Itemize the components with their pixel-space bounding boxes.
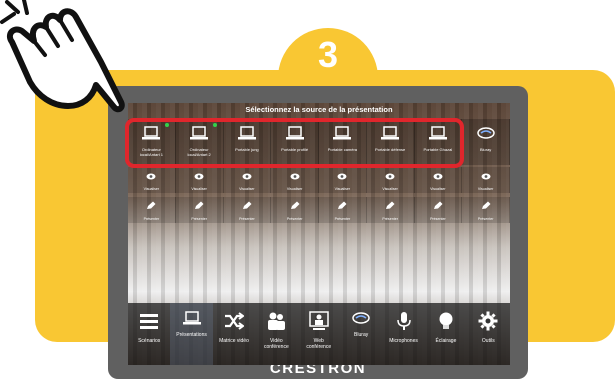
gear-icon — [478, 303, 498, 336]
preview-button-label: Visualiser — [477, 187, 494, 191]
nav-button[interactable]: Éclairage — [425, 303, 467, 365]
preview-button[interactable]: Visualiser — [223, 167, 272, 193]
preview-button[interactable]: Visualiser — [462, 167, 510, 193]
preview-button-label: Visualiser — [191, 187, 207, 191]
pen-icon — [385, 197, 395, 215]
nav-button[interactable]: Microphones — [382, 303, 424, 365]
pointing-hand-icon — [0, 0, 125, 113]
preview-button[interactable]: Visualiser — [271, 167, 319, 193]
present-button-label: Présenter — [286, 217, 303, 221]
present-button[interactable]: Présenter — [414, 197, 463, 223]
eye-icon — [242, 167, 252, 185]
source-highlight-box — [125, 118, 464, 168]
present-button[interactable]: Présenter — [271, 197, 319, 223]
present-button[interactable]: Présenter — [462, 197, 510, 223]
microphone-icon — [394, 303, 414, 336]
nav-label: Web conférence — [306, 338, 332, 350]
people-icon — [266, 303, 286, 336]
preview-button[interactable]: Visualiser — [414, 167, 463, 193]
pen-icon — [146, 197, 156, 215]
present-button-label: Présenter — [191, 217, 207, 221]
preview-button[interactable]: Visualiser — [319, 167, 367, 193]
nav-label: Vidéo conférence — [263, 338, 289, 350]
preview-button[interactable]: Visualiser — [366, 167, 415, 193]
nav-button[interactable]: Présentations — [170, 303, 213, 365]
preview-button-label: Visualiser — [143, 187, 160, 191]
pen-icon — [242, 197, 252, 215]
preview-button-label: Visualiser — [239, 187, 255, 191]
pen-icon — [337, 197, 347, 215]
preview-button-label: Visualiser — [382, 187, 398, 191]
present-row: Présenter Présenter Présenter Présenter Prés… — [128, 197, 510, 223]
present-button-label: Présenter — [334, 217, 351, 221]
bulb-icon — [436, 303, 456, 336]
nav-button[interactable]: Vidéo conférence — [255, 303, 297, 365]
present-button-label: Présenter — [239, 217, 255, 221]
eye-icon — [290, 167, 300, 185]
source-label: Bluray — [479, 147, 492, 152]
nav-button[interactable]: Outils — [467, 303, 509, 365]
present-button-label: Présenter — [477, 217, 494, 221]
pen-icon — [290, 197, 300, 215]
nav-button[interactable]: Bluray — [340, 303, 382, 365]
nav-label: Scénarios — [138, 338, 161, 344]
nav-button[interactable]: Scénarios — [128, 303, 170, 365]
eye-icon — [146, 167, 156, 185]
shuffle-icon — [224, 303, 245, 336]
preview-button-label: Visualiser — [286, 187, 303, 191]
eye-icon — [194, 167, 204, 185]
pen-icon — [194, 197, 204, 215]
nav-button[interactable]: Web conférence — [298, 303, 340, 365]
menu-icon — [139, 303, 159, 336]
preview-button-label: Visualiser — [334, 187, 351, 191]
eye-icon — [433, 167, 443, 185]
bluray-icon — [352, 303, 370, 330]
present-button[interactable]: Présenter — [366, 197, 415, 223]
preview-button[interactable]: Visualiser — [128, 167, 176, 193]
bottom-nav-bar: Scénarios Présentations Matrice vidéo Vidéo… — [128, 303, 510, 365]
present-button-label: Présenter — [382, 217, 398, 221]
laptop-icon — [182, 303, 201, 330]
present-button-label: Présenter — [430, 217, 446, 221]
screen-title: Sélectionnez la source de la présentatio… — [245, 105, 393, 114]
nav-button[interactable]: Matrice vidéo — [213, 303, 255, 365]
nav-label: Matrice vidéo — [219, 338, 249, 344]
bluray-icon — [476, 119, 495, 145]
present-button[interactable]: Présenter — [223, 197, 272, 223]
nav-label: Microphones — [389, 338, 418, 344]
present-button-label: Présenter — [143, 217, 160, 221]
eye-icon — [481, 167, 491, 185]
pen-icon — [433, 197, 443, 215]
present-button[interactable]: Présenter — [319, 197, 367, 223]
nav-label: Outils — [481, 338, 495, 344]
source-button[interactable]: Bluray — [462, 119, 510, 165]
nav-label: Présentations — [176, 332, 207, 338]
eye-icon — [337, 167, 347, 185]
eye-icon — [385, 167, 395, 185]
preview-button[interactable]: Visualiser — [175, 167, 224, 193]
nav-label: Bluray — [354, 332, 369, 338]
webconf-icon — [309, 303, 329, 336]
preview-button-label: Visualiser — [430, 187, 446, 191]
step-number: 3 — [317, 34, 339, 75]
pen-icon — [481, 197, 491, 215]
present-button[interactable]: Présenter — [175, 197, 224, 223]
preview-row: Visualiser Visualiser Visualiser Visualiser… — [128, 167, 510, 193]
present-button[interactable]: Présenter — [128, 197, 176, 223]
nav-label: Éclairage — [435, 338, 457, 344]
